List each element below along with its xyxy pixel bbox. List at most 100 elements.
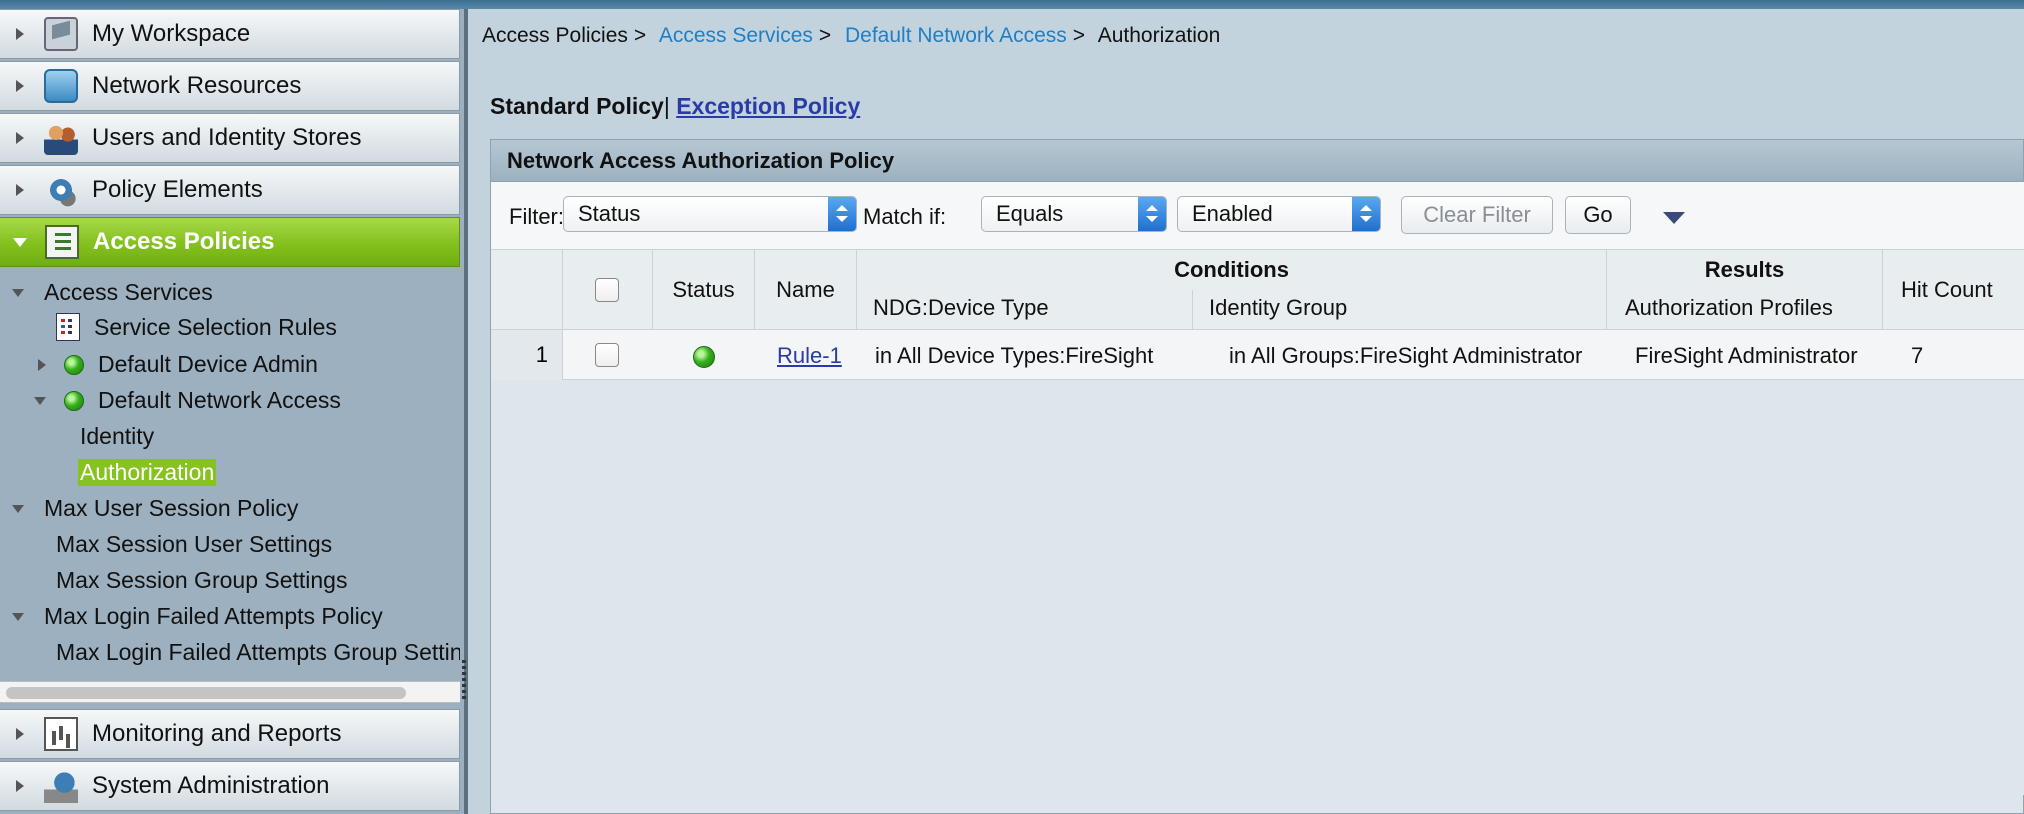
match-operator-value: Equals (996, 201, 1064, 226)
filter-field-value: Status (578, 201, 641, 226)
expand-arrow-icon (16, 28, 24, 40)
tree-item-label: Max Login Failed Attempts Group Settings (56, 639, 460, 665)
tree-item-identity[interactable]: Identity (80, 423, 154, 450)
drawer-label: My Workspace (92, 20, 251, 47)
expand-arrow-icon (16, 184, 24, 196)
select-chevron-icon (828, 197, 856, 231)
scrollbar-thumb[interactable] (6, 687, 406, 699)
table-empty-area (491, 380, 2024, 795)
ndg-device-type-cell: in All Device Types:FireSight (875, 343, 1154, 368)
expand-arrow-icon (16, 80, 24, 92)
drawer-system-administration[interactable]: System Administration (0, 761, 460, 811)
authorization-profiles-header[interactable]: Authorization Profiles (1607, 290, 1883, 330)
policy-tabs: Standard Policy| Exception Policy (490, 93, 860, 120)
go-button[interactable]: Go (1565, 196, 1631, 234)
filter-options-dropdown-icon[interactable] (1663, 212, 1685, 224)
drawer-monitoring-reports[interactable]: Monitoring and Reports (0, 709, 460, 759)
rule-name-link[interactable]: Rule-1 (777, 343, 842, 369)
filter-bar: Filter: Status Match if: Equals Enabled … (491, 182, 2024, 250)
conditions-header: Conditions (857, 250, 1607, 290)
drawer-my-workspace[interactable]: My Workspace (0, 9, 460, 59)
drawer-label: Policy Elements (92, 176, 263, 203)
status-header[interactable]: Status (653, 250, 755, 330)
tree-item-service-selection-rules[interactable]: Service Selection Rules (56, 313, 337, 341)
hit-count-cell: 7 (1911, 343, 1924, 368)
breadcrumb-separator: > (818, 24, 832, 47)
monitoring-icon (44, 717, 78, 751)
tree-item-label: Max User Session Policy (44, 495, 299, 521)
tree-item-authorization[interactable]: Authorization (78, 459, 217, 486)
network-resources-icon (44, 69, 78, 103)
drawer-label: Users and Identity Stores (92, 124, 362, 151)
row-number-header (491, 250, 563, 330)
authorization-policy-panel: Network Access Authorization Policy Filt… (490, 139, 2024, 814)
workspace-icon (44, 17, 78, 51)
tree-item-label: Max Login Failed Attempts Policy (44, 603, 383, 629)
access-policies-icon (45, 225, 79, 259)
collapse-arrow-icon[interactable] (12, 504, 24, 513)
collapse-arrow-icon (13, 237, 27, 247)
tab-divider: | (663, 93, 670, 119)
drawer-label: System Administration (92, 772, 330, 799)
tree-item-access-services[interactable]: Access Services (12, 279, 213, 306)
breadcrumb-link-access-services[interactable]: Access Services (659, 24, 813, 47)
breadcrumb-item: Access Policies (482, 24, 628, 47)
tree-item-default-network-access[interactable]: Default Network Access (34, 387, 341, 414)
drawer-policy-elements[interactable]: Policy Elements (0, 165, 460, 215)
tree-horizontal-scrollbar[interactable] (0, 681, 460, 703)
tree-item-default-device-admin[interactable]: Default Device Admin (38, 351, 318, 378)
filter-value-select[interactable]: Enabled (1177, 196, 1381, 232)
users-icon (44, 121, 78, 155)
filter-field-select[interactable]: Status (563, 196, 857, 232)
main-content: Access Policies > Access Services > Defaul… (472, 9, 2024, 814)
tree-item-max-login-failed-attempts-group-settings[interactable]: Max Login Failed Attempts Group Settings (56, 639, 460, 666)
enabled-status-icon (64, 390, 84, 411)
select-chevron-icon (1138, 197, 1166, 231)
identity-group-header[interactable]: Identity Group (1193, 290, 1607, 330)
select-chevron-icon (1352, 197, 1380, 231)
filter-label: Filter: (509, 204, 564, 229)
drawer-network-resources[interactable]: Network Resources (0, 61, 460, 111)
tree-item-max-login-failed-attempts-policy[interactable]: Max Login Failed Attempts Policy (12, 603, 383, 630)
clear-filter-button[interactable]: Clear Filter (1401, 196, 1553, 234)
match-if-label: Match if: (863, 204, 947, 229)
sidebar-resize-handle[interactable] (462, 660, 466, 700)
collapse-arrow-icon[interactable] (34, 396, 46, 405)
tree-item-max-session-user-settings[interactable]: Max Session User Settings (56, 531, 332, 558)
name-header[interactable]: Name (755, 250, 857, 330)
tree-item-label: Max Session User Settings (56, 531, 333, 557)
drawer-users-identity-stores[interactable]: Users and Identity Stores (0, 113, 460, 163)
tab-exception-policy[interactable]: Exception Policy (676, 93, 860, 119)
tree-item-label: Max Session Group Settings (56, 567, 348, 593)
select-all-checkbox[interactable] (595, 278, 619, 302)
expand-arrow-icon[interactable] (38, 358, 46, 371)
tree-item-label: Authorization (78, 459, 217, 486)
enabled-status-icon (693, 346, 715, 368)
tab-standard-policy: Standard Policy (490, 93, 664, 119)
breadcrumb-separator: > (633, 24, 647, 47)
tree-item-label: Default Network Access (98, 387, 341, 413)
tree-item-label: Default Device Admin (98, 351, 318, 377)
drawer-label: Monitoring and Reports (92, 720, 342, 747)
access-policies-tree: Access Services Service Selection Rules … (0, 271, 460, 671)
tree-item-max-user-session-policy[interactable]: Max User Session Policy (12, 495, 298, 522)
ndg-device-type-header[interactable]: NDG:Device Type (857, 290, 1193, 330)
hit-count-header[interactable]: Hit Count (1883, 250, 2024, 330)
expand-arrow-icon (16, 132, 24, 144)
tree-item-max-session-group-settings[interactable]: Max Session Group Settings (56, 567, 347, 594)
drawer-label: Network Resources (92, 72, 302, 99)
policy-elements-icon (44, 173, 78, 207)
drawer-access-policies[interactable]: Access Policies (0, 217, 460, 267)
collapse-arrow-icon[interactable] (12, 612, 24, 621)
authorization-profile-cell: FireSight Administrator (1635, 343, 1858, 368)
expand-arrow-icon (16, 728, 24, 740)
row-number: 1 (491, 330, 563, 380)
collapse-arrow-icon[interactable] (12, 288, 24, 297)
expand-arrow-icon (16, 780, 24, 792)
match-operator-select[interactable]: Equals (981, 196, 1167, 232)
drawer-label: Access Policies (93, 228, 275, 255)
results-header: Results (1607, 250, 1883, 290)
rules-list-icon (56, 313, 80, 341)
row-select-checkbox[interactable] (595, 343, 619, 367)
breadcrumb-link-default-network-access[interactable]: Default Network Access (845, 24, 1067, 47)
